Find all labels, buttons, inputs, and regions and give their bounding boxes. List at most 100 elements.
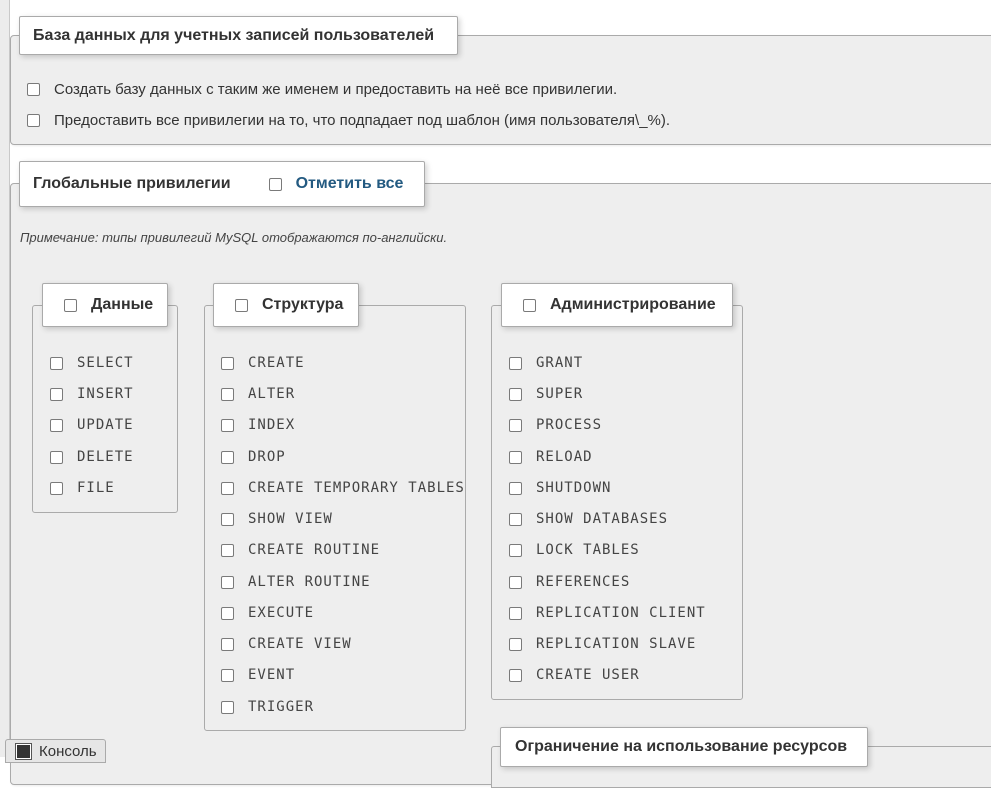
privilege-label: REFERENCES: [536, 574, 631, 590]
check-all-checkbox[interactable]: [268, 177, 282, 191]
privilege-checkbox[interactable]: [221, 543, 234, 557]
privilege-label: SUPER: [536, 386, 584, 402]
privilege-checkbox[interactable]: [221, 700, 234, 714]
privilege-shutdown[interactable]: SHUTDOWN: [509, 480, 611, 496]
privilege-label: ALTER: [248, 386, 296, 402]
privilege-show-view[interactable]: SHOW VIEW: [221, 511, 333, 527]
db-option-same-name-label: Создать базу данных с таким же именем и …: [54, 80, 618, 98]
privilege-execute[interactable]: EXECUTE: [221, 605, 314, 621]
privilege-label: TRIGGER: [248, 699, 315, 715]
data-group-legend[interactable]: Данные: [42, 283, 168, 327]
privilege-label: EXECUTE: [248, 605, 315, 621]
privilege-alter[interactable]: ALTER: [221, 386, 295, 402]
structure-group-checkbox[interactable]: [235, 298, 248, 312]
structure-group-title: Структура: [262, 296, 344, 313]
privilege-label: CREATE ROUTINE: [248, 542, 381, 558]
check-all-link[interactable]: Отметить все: [296, 175, 404, 193]
privilege-checkbox[interactable]: [509, 512, 522, 526]
privilege-label: PROCESS: [536, 417, 603, 433]
administration-group-title: Администрирование: [550, 296, 716, 313]
privilege-label: RELOAD: [536, 449, 593, 465]
privilege-reload[interactable]: RELOAD: [509, 449, 593, 465]
db-option-wildcard-checkbox[interactable]: [27, 113, 40, 127]
privilege-checkbox[interactable]: [221, 512, 234, 526]
privilege-super[interactable]: SUPER: [509, 386, 583, 402]
privilege-checkbox[interactable]: [50, 481, 63, 495]
privilege-checkbox[interactable]: [50, 356, 63, 370]
privilege-checkbox[interactable]: [509, 418, 522, 432]
privilege-checkbox[interactable]: [509, 450, 522, 464]
privilege-select[interactable]: SELECT: [50, 355, 134, 371]
privilege-label: INDEX: [248, 417, 296, 433]
console-tab[interactable]: Консоль: [5, 739, 106, 763]
privilege-show-databases[interactable]: SHOW DATABASES: [509, 511, 668, 527]
privilege-checkbox[interactable]: [50, 387, 63, 401]
privilege-checkbox[interactable]: [221, 637, 234, 651]
privilege-process[interactable]: PROCESS: [509, 417, 602, 433]
privilege-label: ALTER ROUTINE: [248, 574, 371, 590]
resource-limits-legend: Ограничение на использование ресурсов: [500, 727, 868, 767]
privilege-create[interactable]: CREATE: [221, 355, 305, 371]
privilege-grant[interactable]: GRANT: [509, 355, 583, 371]
privilege-index[interactable]: INDEX: [221, 417, 295, 433]
db-section-title: База данных для учетных записей пользова…: [33, 26, 435, 44]
privilege-drop[interactable]: DROP: [221, 449, 286, 465]
privilege-update[interactable]: UPDATE: [50, 417, 134, 433]
privilege-label: SHUTDOWN: [536, 480, 612, 496]
privilege-trigger[interactable]: TRIGGER: [221, 699, 314, 715]
db-section-legend: База данных для учетных записей пользова…: [19, 16, 458, 55]
privilege-create-temporary-tables[interactable]: CREATE TEMPORARY TABLES: [221, 480, 465, 496]
privilege-create-user[interactable]: CREATE USER: [509, 667, 640, 683]
privilege-checkbox[interactable]: [509, 356, 522, 370]
privilege-checkbox[interactable]: [509, 606, 522, 620]
privilege-replication-client[interactable]: REPLICATION CLIENT: [509, 605, 706, 621]
db-option-wildcard[interactable]: Предоставить все привилегии на то, что п…: [27, 111, 670, 129]
db-option-same-name-checkbox[interactable]: [27, 82, 40, 96]
privilege-label: UPDATE: [77, 417, 134, 433]
privilege-checkbox[interactable]: [221, 481, 234, 495]
privilege-create-view[interactable]: CREATE VIEW: [221, 636, 352, 652]
administration-group-checkbox[interactable]: [523, 298, 536, 312]
privilege-lock-tables[interactable]: LOCK TABLES: [509, 542, 640, 558]
privilege-checkbox[interactable]: [221, 387, 234, 401]
privilege-checkbox[interactable]: [221, 450, 234, 464]
privilege-checkbox[interactable]: [50, 418, 63, 432]
privilege-label: REPLICATION CLIENT: [536, 605, 706, 621]
privilege-checkbox[interactable]: [509, 481, 522, 495]
privilege-checkbox[interactable]: [509, 575, 522, 589]
data-group-title: Данные: [91, 296, 154, 313]
privilege-file[interactable]: FILE: [50, 480, 115, 496]
privilege-create-routine[interactable]: CREATE ROUTINE: [221, 542, 380, 558]
privilege-label: FILE: [77, 480, 115, 496]
privilege-label: INSERT: [77, 386, 134, 402]
privilege-checkbox[interactable]: [509, 387, 522, 401]
privilege-event[interactable]: EVENT: [221, 667, 295, 683]
privilege-label: EVENT: [248, 667, 296, 683]
privilege-insert[interactable]: INSERT: [50, 386, 134, 402]
administration-group-legend[interactable]: Администрирование: [501, 283, 733, 327]
privilege-checkbox[interactable]: [221, 668, 234, 682]
privileges-note: Примечание: типы привилегий MySQL отобра…: [20, 230, 448, 245]
privilege-replication-slave[interactable]: REPLICATION SLAVE: [509, 636, 696, 652]
privilege-checkbox[interactable]: [50, 450, 63, 464]
privilege-checkbox[interactable]: [221, 356, 234, 370]
privilege-references[interactable]: REFERENCES: [509, 574, 630, 590]
privilege-label: SHOW DATABASES: [536, 511, 669, 527]
privilege-label: DELETE: [77, 449, 134, 465]
structure-group-legend[interactable]: Структура: [213, 283, 359, 327]
privilege-checkbox[interactable]: [509, 543, 522, 557]
privilege-checkbox[interactable]: [221, 606, 234, 620]
privilege-alter-routine[interactable]: ALTER ROUTINE: [221, 574, 371, 590]
data-group-checkbox[interactable]: [64, 298, 77, 312]
left-panel-edge: [0, 0, 10, 757]
db-option-same-name[interactable]: Создать базу данных с таким же именем и …: [27, 80, 617, 98]
privilege-checkbox[interactable]: [221, 575, 234, 589]
db-option-wildcard-label: Предоставить все привилегии на то, что п…: [54, 111, 671, 129]
privilege-checkbox[interactable]: [509, 668, 522, 682]
console-icon: [15, 742, 32, 760]
privilege-checkbox[interactable]: [221, 418, 234, 432]
privilege-delete[interactable]: DELETE: [50, 449, 134, 465]
privilege-label: CREATE: [248, 355, 305, 371]
privilege-checkbox[interactable]: [509, 637, 522, 651]
privilege-label: SHOW VIEW: [248, 511, 333, 527]
